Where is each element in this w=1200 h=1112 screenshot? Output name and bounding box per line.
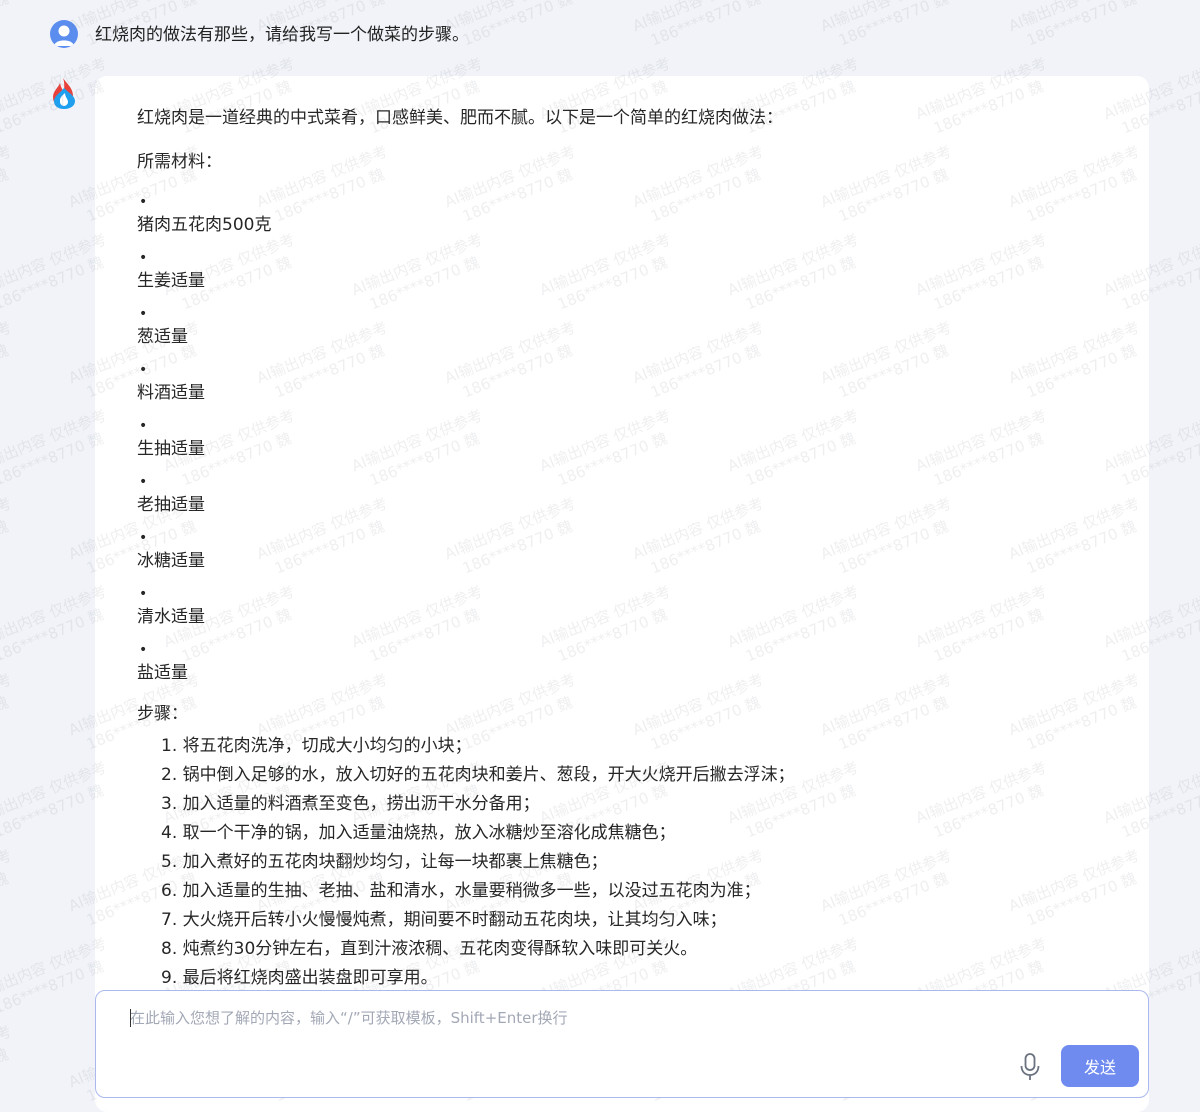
bullet-marker: • [139, 474, 148, 490]
watermark-text: AI输出内容 仅供参考186****8770 魏 [0, 142, 15, 225]
ingredient-item: • 盐适量 [137, 638, 1137, 694]
step-item: 7. 大火烧开后转小火慢慢炖煮，期间要不时翻动五花肉块，让其均匀入味； [161, 910, 727, 930]
ingredient-text: 清水适量 [137, 607, 205, 627]
user-avatar-icon [50, 20, 78, 48]
ingredient-text: 葱适量 [137, 327, 188, 347]
bullet-marker: • [139, 194, 148, 210]
ingredient-item: • 清水适量 [137, 582, 1137, 638]
bullet-marker: • [139, 306, 148, 322]
text-caret [130, 1009, 131, 1027]
ingredient-item: • 葱适量 [137, 302, 1137, 358]
ingredient-item: • 料酒适量 [137, 358, 1137, 414]
steps-title: 步骤： [137, 704, 188, 724]
ingredient-item: • 冰糖适量 [137, 526, 1137, 582]
watermark-text: AI输出内容 仅供参考186****8770 魏 [0, 670, 15, 753]
bullet-marker: • [139, 362, 148, 378]
ingredient-item: • 生抽适量 [137, 414, 1137, 470]
chat-input[interactable] [130, 1005, 1010, 1031]
step-item: 8. 炖煮约30分钟左右，直到汁液浓稠、五花肉变得酥软入味即可关火。 [161, 939, 698, 959]
step-item: 6. 加入适量的生抽、老抽、盐和清水，水量要稍微多一些，以没过五花肉为准； [161, 881, 761, 901]
user-question-text: 红烧肉的做法有那些，请给我写一个做菜的步骤。 [95, 25, 469, 45]
microphone-icon[interactable] [1014, 1047, 1046, 1087]
ingredients-title: 所需材料： [137, 152, 222, 172]
watermark-text: AI输出内容 仅供参考186****8770 魏 [0, 846, 15, 929]
ingredient-text: 生姜适量 [137, 271, 205, 291]
chat-input-box: 发送 [95, 990, 1149, 1098]
step-item: 5. 加入煮好的五花肉块翻炒均匀，让每一块都裹上焦糖色； [161, 852, 608, 872]
user-message-row: 红烧肉的做法有那些，请给我写一个做菜的步骤。 [0, 0, 1200, 70]
watermark-text: AI输出内容 仅供参考186****8770 魏 [0, 494, 15, 577]
bullet-marker: • [139, 530, 148, 546]
step-item: 4. 取一个干净的锅，加入适量油烧热，放入冰糖炒至溶化成焦糖色； [161, 823, 676, 843]
ingredient-text: 冰糖适量 [137, 551, 205, 571]
bullet-marker: • [139, 642, 148, 658]
step-item: 1. 将五花肉洗净，切成大小均匀的小块； [161, 736, 472, 756]
steps-list: 1. 将五花肉洗净，切成大小均匀的小块； 2. 锅中倒入足够的水，放入切好的五花肉… [137, 732, 1137, 990]
ingredient-text: 盐适量 [137, 663, 188, 683]
ingredient-text: 生抽适量 [137, 439, 205, 459]
ingredient-text: 料酒适量 [137, 383, 205, 403]
answer-content: 红烧肉是一道经典的中式菜肴，口感鲜美、肥而不腻。以下是一个简单的红烧肉做法： 所… [137, 104, 1137, 990]
ingredient-item: • 猪肉五花肉500克 [137, 190, 1137, 246]
ingredients-list: • 猪肉五花肉500克 • 生姜适量 • 葱适量 • 料酒适量 • 生抽适量 • 老抽适量 • 冰糖适量 •… [137, 190, 1137, 694]
flame-drop-logo-icon [48, 76, 80, 110]
assistant-answer-card: 红烧肉是一道经典的中式菜肴，口感鲜美、肥而不腻。以下是一个简单的红烧肉做法： 所… [95, 76, 1149, 1112]
send-button[interactable]: 发送 [1061, 1045, 1139, 1087]
step-item: 9. 最后将红烧肉盛出装盘即可享用。 [161, 968, 438, 988]
ingredient-text: 老抽适量 [137, 495, 205, 515]
ingredient-item: • 老抽适量 [137, 470, 1137, 526]
watermark-text: AI输出内容 仅供参考186****8770 魏 [0, 318, 15, 401]
step-item: 2. 锅中倒入足够的水，放入切好的五花肉块和姜片、葱段，开大火烧开后撇去浮沫； [161, 765, 795, 785]
watermark-text: AI输出内容 仅供参考186****8770 魏 [0, 1022, 15, 1105]
ingredient-text: 猪肉五花肉500克 [137, 215, 272, 235]
bullet-marker: • [139, 250, 148, 266]
answer-intro: 红烧肉是一道经典的中式菜肴，口感鲜美、肥而不腻。以下是一个简单的红烧肉做法： [137, 108, 783, 128]
ingredient-item: • 生姜适量 [137, 246, 1137, 302]
bullet-marker: • [139, 418, 148, 434]
bullet-marker: • [139, 586, 148, 602]
step-item: 3. 加入适量的料酒煮至变色，捞出沥干水分备用； [161, 794, 540, 814]
